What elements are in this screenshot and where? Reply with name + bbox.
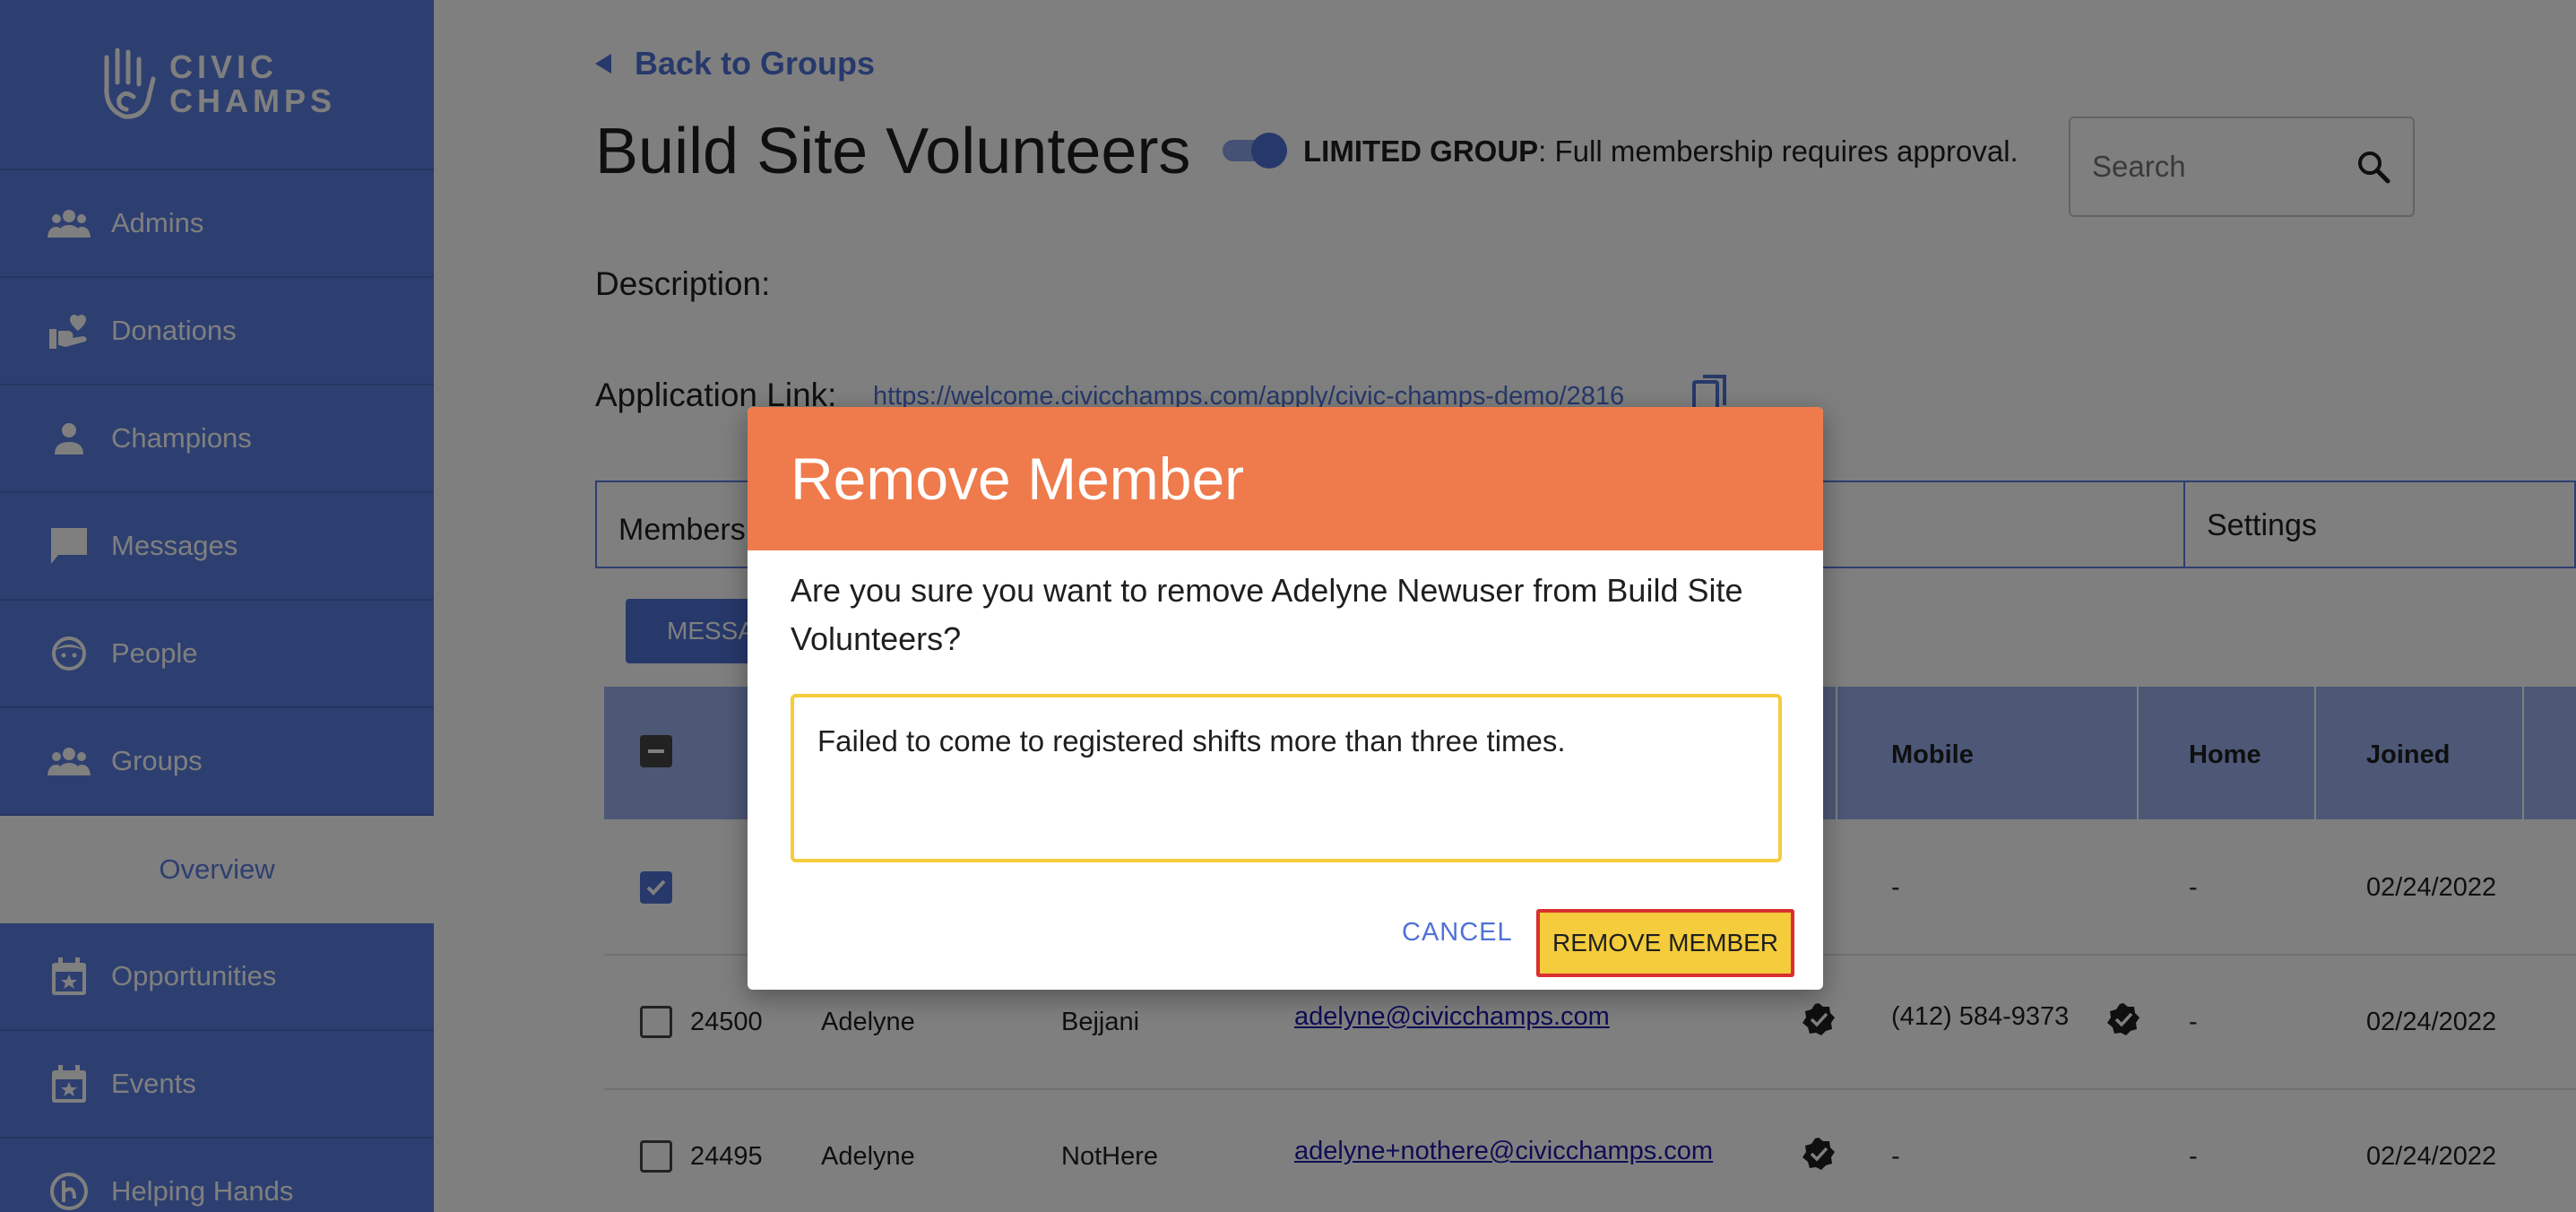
removal-reason-input[interactable]	[791, 694, 1782, 862]
dialog-title: Remove Member	[748, 407, 1823, 550]
cancel-button[interactable]: CANCEL	[1402, 918, 1513, 948]
remove-member-button[interactable]: REMOVE MEMBER	[1536, 909, 1794, 977]
dialog-message: Are you sure you want to remove Adelyne …	[791, 572, 1743, 657]
remove-member-dialog: Remove Member Are you sure you want to r…	[748, 407, 1823, 990]
